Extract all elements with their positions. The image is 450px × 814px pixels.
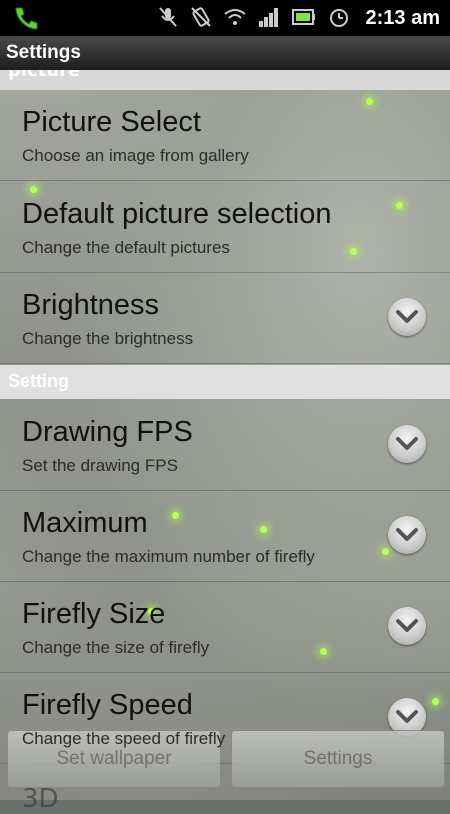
section-header-setting: Setting xyxy=(0,365,450,399)
pref-brightness[interactable]: Brightness Change the brightness xyxy=(0,273,450,364)
pref-subtitle: Change the default pictures xyxy=(22,238,230,257)
battery-icon xyxy=(292,8,316,30)
pref-title: Firefly Speed xyxy=(22,689,193,721)
pref-title: Drawing FPS xyxy=(22,416,193,448)
status-time: 2:13 am xyxy=(365,7,441,29)
pref-subtitle: Choose an image from gallery xyxy=(22,146,249,165)
pref-title: Brightness xyxy=(22,289,160,321)
section-header-label: picture xyxy=(8,70,81,81)
chevron-down-icon[interactable] xyxy=(388,516,426,554)
pref-title: Default picture selection xyxy=(22,198,332,230)
pref-subtitle: Set the drawing FPS xyxy=(22,456,178,475)
section-header-label: Setting xyxy=(8,371,69,391)
section-header-partial: picture xyxy=(0,70,450,90)
pref-subtitle: Change the speed of firefly xyxy=(22,729,226,748)
chevron-down-icon[interactable] xyxy=(388,298,426,336)
title-bar: Settings xyxy=(0,36,450,70)
mute-icon xyxy=(158,6,178,32)
vibrate-icon xyxy=(190,6,212,32)
pref-subtitle: Change the size of firefly xyxy=(22,638,210,657)
settings-button[interactable]: Settings xyxy=(231,730,445,788)
pref-subtitle: Change the maximum number of firefly xyxy=(22,547,315,566)
chevron-down-icon[interactable] xyxy=(388,425,426,463)
pref-firefly-size[interactable]: Firefly Size Change the size of firefly xyxy=(0,582,450,673)
page-title: Settings xyxy=(6,42,81,63)
wifi-icon xyxy=(224,8,246,30)
pref-partial-3d: 3D xyxy=(22,784,59,814)
pref-maximum[interactable]: Maximum Change the maximum number of fir… xyxy=(0,491,450,582)
status-bar: 2:13 am xyxy=(0,0,450,36)
pref-title: Maximum xyxy=(22,507,148,539)
pref-subtitle: Change the brightness xyxy=(22,329,194,348)
pref-title: Firefly Size xyxy=(22,598,166,630)
phone-icon xyxy=(12,5,40,35)
alarm-icon xyxy=(328,6,350,32)
pref-title: Picture Select xyxy=(22,106,201,138)
pref-picture-select[interactable]: Picture Select Choose an image from gall… xyxy=(0,90,450,181)
chevron-down-icon[interactable] xyxy=(388,607,426,645)
pref-default-picture[interactable]: Default picture selection Change the def… xyxy=(0,182,450,273)
pref-drawing-fps[interactable]: Drawing FPS Set the drawing FPS xyxy=(0,400,450,491)
signal-icon xyxy=(258,7,280,31)
